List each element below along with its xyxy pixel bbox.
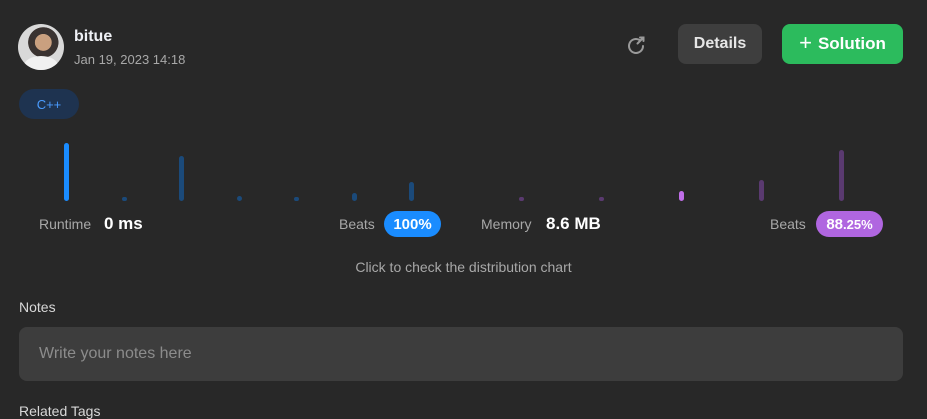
runtime-value: 0 ms bbox=[104, 214, 143, 233]
memory-bar bbox=[519, 197, 524, 201]
solution-button-label: Solution bbox=[817, 34, 886, 53]
memory-beats-badge: 88.25% bbox=[816, 211, 883, 237]
runtime-bar-current bbox=[64, 143, 69, 201]
distribution-mini-chart[interactable] bbox=[0, 135, 927, 205]
memory-bar bbox=[759, 180, 764, 201]
memory-bar bbox=[839, 150, 844, 201]
memory-beats-label: Beats bbox=[770, 216, 806, 232]
runtime-bar bbox=[237, 196, 242, 201]
avatar-photo bbox=[24, 56, 58, 70]
memory-beats-fraction: .25% bbox=[843, 216, 873, 232]
refresh-icon[interactable] bbox=[624, 34, 648, 58]
notes-label: Notes bbox=[19, 299, 56, 315]
plus-icon: + bbox=[799, 30, 812, 55]
runtime-bar bbox=[409, 182, 414, 201]
runtime-beats-label: Beats bbox=[339, 216, 375, 232]
runtime-label: Runtime bbox=[39, 216, 92, 232]
details-button[interactable]: Details bbox=[678, 24, 762, 64]
memory-bar bbox=[599, 197, 604, 201]
runtime-bar bbox=[122, 197, 127, 201]
submission-date: Jan 19, 2023 14:18 bbox=[74, 52, 186, 67]
language-tag[interactable]: C++ bbox=[19, 89, 79, 119]
submission-stats: Runtime 0 ms Beats 100% Memory 8.6 MB Be… bbox=[0, 210, 927, 240]
runtime-bar bbox=[352, 193, 357, 201]
memory-bar-current bbox=[679, 191, 684, 201]
memory-label: Memory bbox=[481, 216, 532, 232]
submission-header: bitue Jan 19, 2023 14:18 Details + Solut… bbox=[18, 24, 903, 70]
runtime-bar bbox=[294, 197, 299, 201]
runtime-bar bbox=[179, 156, 184, 201]
distribution-chart-link[interactable]: Click to check the distribution chart bbox=[0, 259, 927, 275]
username[interactable]: bitue bbox=[74, 28, 112, 46]
memory-beats-whole: 88 bbox=[826, 215, 844, 233]
notes-input[interactable] bbox=[19, 327, 903, 381]
add-solution-button[interactable]: + Solution bbox=[782, 24, 903, 64]
avatar[interactable] bbox=[18, 24, 64, 70]
memory-value: 8.6 MB bbox=[546, 214, 601, 233]
runtime-beats-badge: 100% bbox=[384, 211, 441, 237]
